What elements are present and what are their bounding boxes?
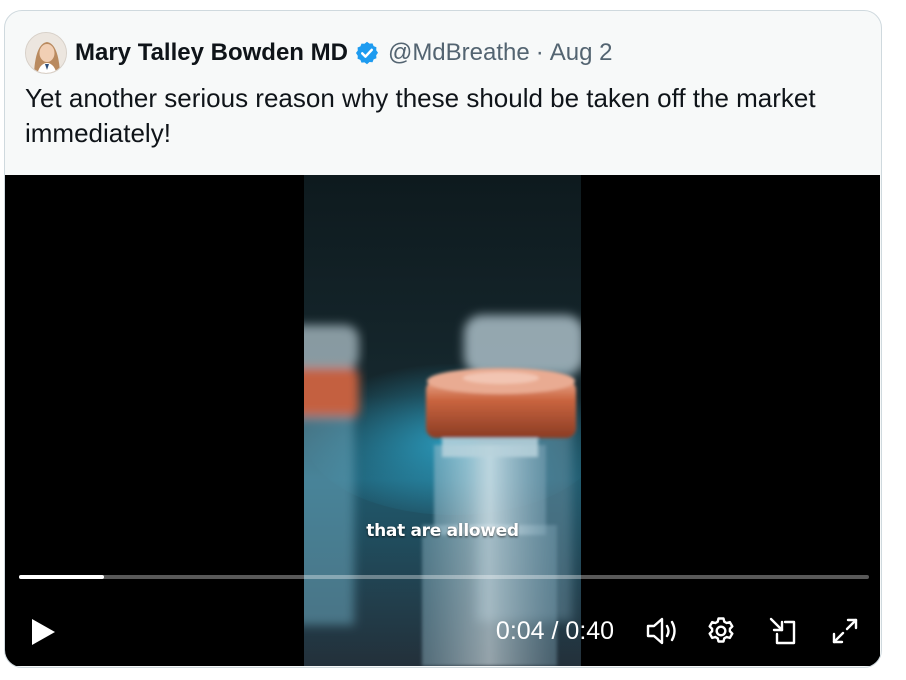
progress-bar[interactable] [19,575,869,579]
video-caption: that are allowed [366,521,519,541]
play-icon [32,619,55,645]
play-button[interactable] [23,612,63,652]
tweet-header: Mary Talley Bowden MD @MdBreathe · Aug 2 [25,31,612,75]
avatar-image [26,33,66,73]
tweet-date[interactable]: Aug 2 [550,39,613,67]
video-frame [304,175,581,666]
verified-badge-icon [355,41,379,65]
author-avatar[interactable] [25,32,67,74]
picture-in-picture-button[interactable] [763,611,803,651]
volume-button[interactable] [641,611,685,651]
picture-in-picture-icon [769,617,796,645]
settings-button[interactable] [701,611,741,651]
gear-icon [708,617,734,643]
video-time-display: 0:04 / 0:40 [495,616,615,645]
quoted-tweet-card[interactable]: Mary Talley Bowden MD @MdBreathe · Aug 2… [4,10,882,668]
volume-icon [646,617,676,645]
tweet-text: Yet another serious reason why these sho… [25,83,816,148]
separator-dot: · [535,39,544,66]
vaccine-vials-image [304,175,581,666]
progress-bar-fill [19,575,104,579]
expand-icon [832,618,858,644]
video-player[interactable]: that are allowed 0:04 / 0:40 [5,175,880,666]
author-handle[interactable]: @MdBreathe [388,39,530,67]
video-controls: 0:04 / 0:40 [5,603,880,655]
fullscreen-button[interactable] [825,611,865,651]
author-name[interactable]: Mary Talley Bowden MD [75,39,348,67]
